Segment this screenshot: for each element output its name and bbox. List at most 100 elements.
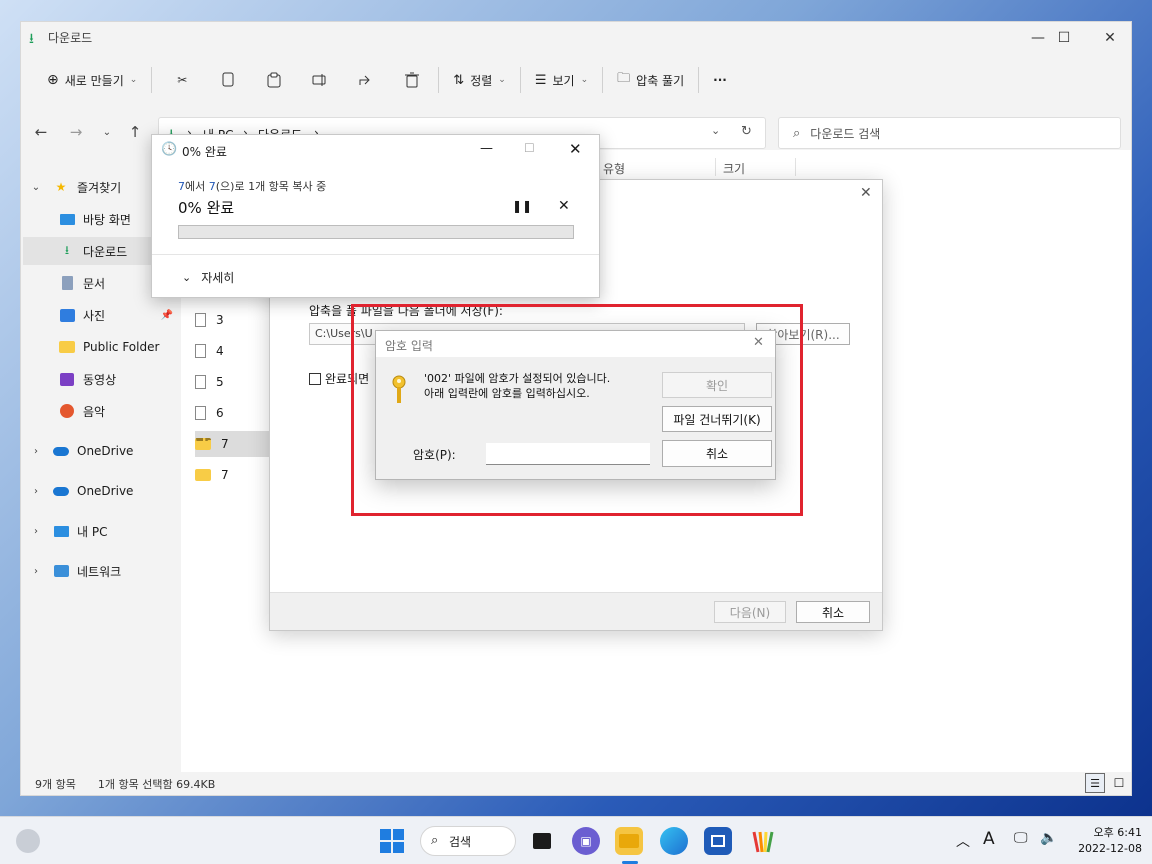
- file-row[interactable]: 3: [195, 307, 271, 333]
- file-row[interactable]: 5: [195, 369, 271, 395]
- widgets-icon[interactable]: [16, 829, 40, 853]
- store-button[interactable]: [704, 827, 732, 855]
- sidebar-label: 다운로드: [83, 244, 128, 259]
- volume-icon[interactable]: 🔈: [1040, 830, 1057, 846]
- paste-button[interactable]: [258, 64, 290, 96]
- copy-source-link[interactable]: 7: [178, 180, 185, 193]
- start-button[interactable]: [378, 827, 406, 855]
- cloud-icon: [53, 484, 69, 498]
- view-button[interactable]: ☰ 보기 ⌄: [527, 64, 596, 96]
- copy-close-button[interactable]: ✕: [569, 140, 582, 158]
- file-icon: [195, 406, 206, 420]
- trash-icon: [405, 72, 420, 88]
- file-row[interactable]: 4: [195, 338, 271, 364]
- pin-icon[interactable]: 📌: [161, 310, 173, 321]
- refresh-icon[interactable]: ↻: [741, 124, 752, 139]
- column-divider: [715, 158, 716, 176]
- new-button[interactable]: ⊕ 새로 만들기 ⌄: [39, 64, 145, 96]
- sidebar-item-onedrive-1[interactable]: › OneDrive: [23, 437, 179, 465]
- edge-button[interactable]: [660, 827, 688, 855]
- copy-maximize-button[interactable]: ☐: [524, 141, 535, 155]
- sidebar-item-videos[interactable]: 동영상: [23, 365, 179, 393]
- chevron-down-icon: ⌄: [498, 75, 506, 85]
- file-icon: [195, 313, 206, 327]
- chevron-right-icon: ›: [34, 485, 38, 497]
- show-when-done-checkbox[interactable]: [309, 372, 321, 385]
- search-box[interactable]: ⌕ 다운로드 검색: [778, 117, 1121, 149]
- chevron-down-icon: ⌄: [182, 271, 192, 284]
- ime-indicator[interactable]: A: [983, 829, 995, 849]
- details-view-icon: ☰: [1090, 776, 1100, 790]
- wizard-close-button[interactable]: ✕: [860, 185, 872, 201]
- clock[interactable]: 오후 6:41 2022-12-08: [1078, 825, 1142, 857]
- sidebar-item-public-folder[interactable]: Public Folder: [23, 333, 179, 361]
- command-bar: ⊕ 새로 만들기 ⌄ ✂ ⇅ 정렬 ⌄ ☰ 보기 ⌄ 🗀 압축 풀기 ···: [21, 62, 1131, 98]
- arrow-right-icon: →: [69, 123, 83, 141]
- file-explorer-taskbar-button[interactable]: [615, 827, 643, 855]
- recent-locations-button[interactable]: ⌄: [95, 120, 119, 144]
- app-button[interactable]: [748, 827, 776, 855]
- column-header-type[interactable]: 유형: [603, 160, 625, 177]
- download-icon: ⭳: [64, 242, 70, 257]
- file-row[interactable]: 6: [195, 400, 271, 426]
- password-cancel-button[interactable]: 취소: [662, 440, 772, 467]
- taskbar: ⌕ 검색 ▣ ︿ A 🖵 🔈 오후 6:41 2022-12-08: [0, 816, 1152, 864]
- ok-label: 확인: [705, 378, 729, 393]
- copy-dest-link[interactable]: 7: [209, 180, 216, 193]
- password-close-button[interactable]: ✕: [753, 335, 764, 350]
- show-when-done-option[interactable]: 완료되면: [309, 370, 369, 387]
- folder-icon: [59, 340, 75, 354]
- copy-minimize-button[interactable]: —: [480, 141, 493, 156]
- desktop-icon: [59, 212, 75, 226]
- sidebar-item-pictures[interactable]: 사진 📌: [23, 301, 179, 329]
- details-view-button[interactable]: ☰: [1085, 773, 1105, 793]
- taskbar-search-box[interactable]: ⌕ 검색: [420, 826, 516, 856]
- copy-button[interactable]: [212, 64, 244, 96]
- next-button[interactable]: 다음(N): [714, 601, 786, 623]
- scissors-icon: ✂: [177, 73, 188, 87]
- sidebar-item-onedrive-2[interactable]: › OneDrive: [23, 477, 179, 505]
- password-input[interactable]: [486, 443, 650, 465]
- back-button[interactable]: ←: [29, 120, 53, 144]
- search-placeholder: 다운로드 검색: [810, 126, 881, 141]
- rename-button[interactable]: [304, 64, 336, 96]
- column-header-size[interactable]: 크기: [723, 160, 745, 177]
- chat-button[interactable]: ▣: [572, 827, 600, 855]
- sidebar-item-this-pc[interactable]: › 내 PC: [23, 517, 179, 545]
- folder-extract-icon: 🗀: [617, 71, 631, 86]
- sidebar-item-network[interactable]: › 네트워크: [23, 557, 179, 585]
- file-row[interactable]: 7: [195, 431, 271, 457]
- cut-button[interactable]: ✂: [166, 64, 198, 96]
- cancel-copy-button[interactable]: ✕: [558, 198, 570, 214]
- address-dropdown-icon[interactable]: ⌄: [711, 124, 720, 137]
- view-list-icon: ☰: [534, 72, 547, 88]
- up-button[interactable]: ↑: [123, 120, 147, 144]
- ok-button[interactable]: 확인: [662, 372, 772, 398]
- password-cancel-label: 취소: [705, 447, 729, 461]
- extract-all-button[interactable]: 🗀 압축 풀기: [609, 64, 692, 96]
- sidebar-item-music[interactable]: 음악: [23, 397, 179, 425]
- network-icon[interactable]: 🖵: [1014, 830, 1028, 846]
- wizard-cancel-button[interactable]: 취소: [796, 601, 870, 623]
- share-button[interactable]: [350, 64, 382, 96]
- sort-icon: ⇅: [453, 72, 465, 88]
- skip-file-button[interactable]: 파일 건너뛰기(K): [662, 406, 772, 432]
- task-view-button[interactable]: [528, 827, 556, 855]
- show-hidden-icons-button[interactable]: ︿: [956, 831, 970, 851]
- extract-path-value: C:\Users\U: [315, 327, 373, 340]
- file-row[interactable]: 7: [195, 462, 271, 488]
- password-message-line2: 아래 입력란에 암호를 입력하십시오.: [424, 387, 590, 400]
- pause-button[interactable]: ❚❚: [512, 199, 532, 213]
- more-details-toggle[interactable]: ⌄ 자세히: [182, 269, 234, 286]
- more-options-button[interactable]: ···: [705, 64, 735, 96]
- wizard-footer: 다음(N) 취소: [270, 592, 882, 630]
- sort-button[interactable]: ⇅ 정렬 ⌄: [445, 64, 514, 96]
- details-label: 자세히: [201, 271, 235, 285]
- delete-button[interactable]: [396, 64, 428, 96]
- tiles-view-button[interactable]: ☐: [1109, 773, 1129, 793]
- bandizip-icon: [752, 831, 774, 853]
- maximize-button[interactable]: ☐: [1049, 26, 1079, 50]
- close-button[interactable]: ✕: [1095, 26, 1125, 50]
- chevron-right-icon: ›: [34, 445, 38, 457]
- forward-button[interactable]: →: [64, 120, 88, 144]
